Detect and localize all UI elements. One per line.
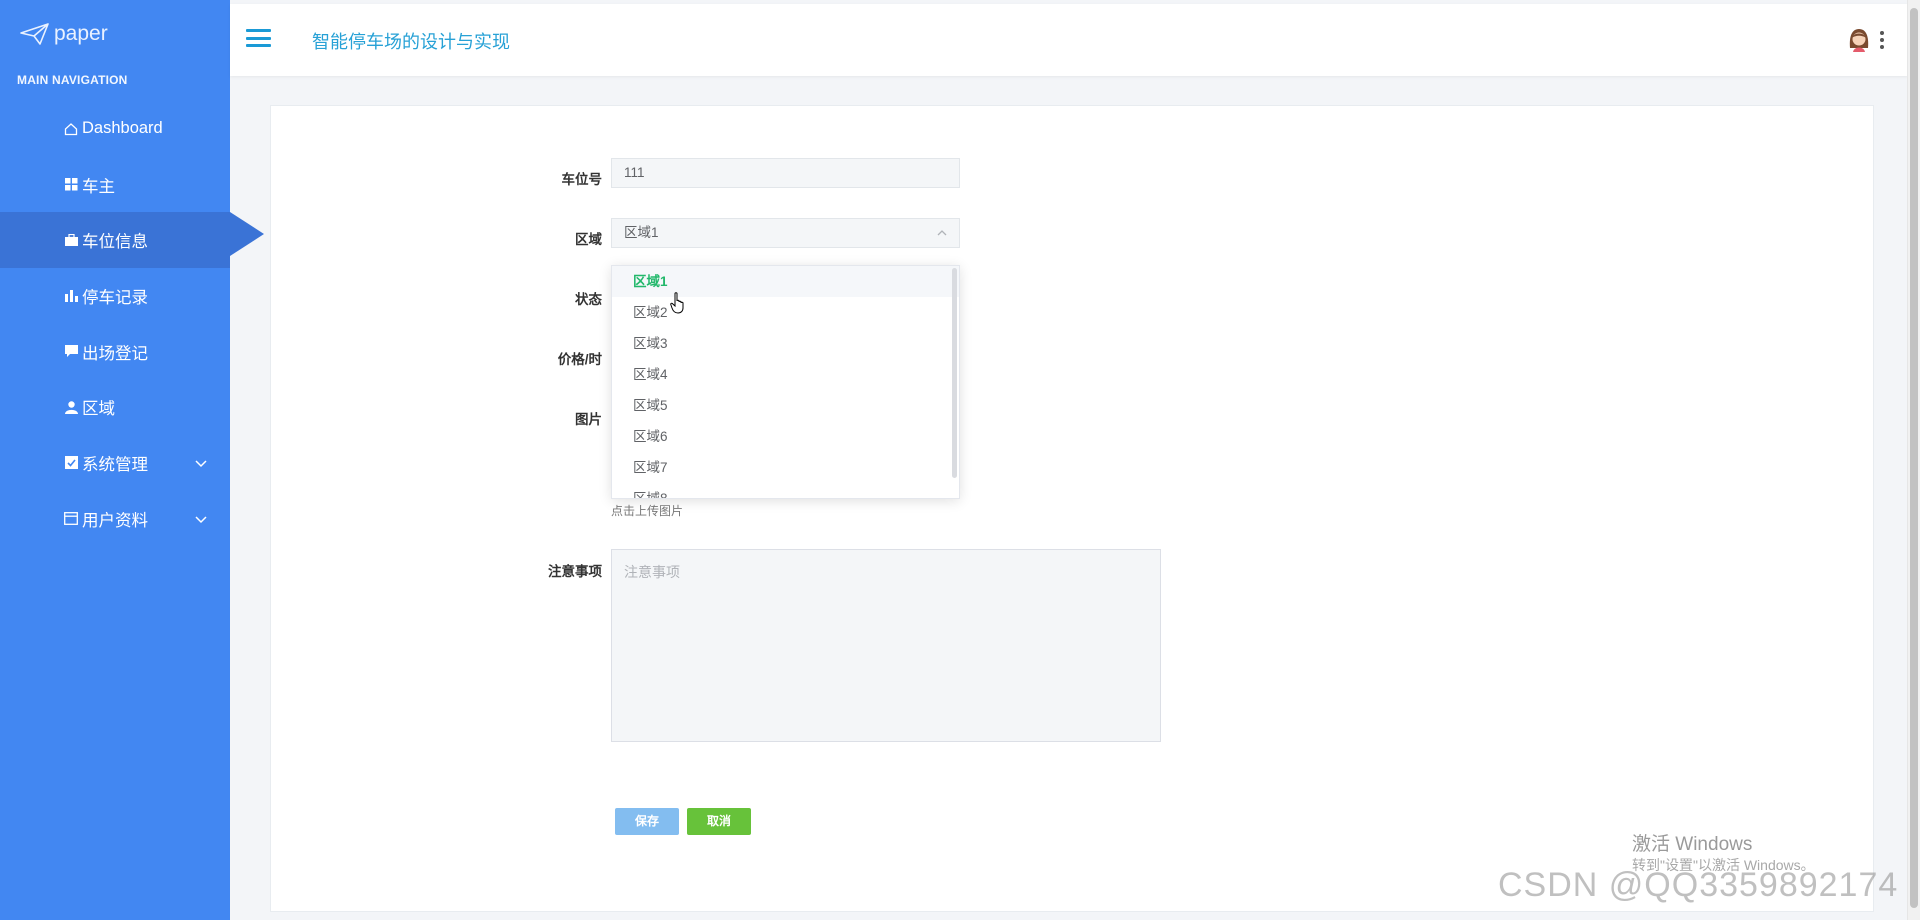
grid-icon [64,178,78,192]
sidebar-item-owner[interactable]: 车主 [0,157,230,213]
area-dropdown-menu: 区域1 区域2 区域3 区域4 区域5 区域6 区域7 区域8 [611,265,960,499]
form-card [270,105,1874,912]
image-label: 图片 [575,412,602,427]
spot-number-label: 车位号 [561,172,603,187]
scrollbar-thumb[interactable] [1910,8,1918,908]
sidebar-item-label: 出场登记 [82,344,148,363]
top-header: 智能停车场的设计与实现 [230,4,1908,76]
chevron-down-icon [195,516,207,523]
area-select[interactable]: 区域1 [611,218,960,248]
sidebar-item-user-profile[interactable]: 用户资料 [0,491,230,547]
save-button[interactable]: 保存 [615,808,679,835]
sidebar-item-label: Dashboard [82,119,163,138]
sidebar-item-exit-registration[interactable]: 出场登记 [0,324,230,380]
check-square-icon [64,456,78,470]
sidebar-nav: Dashboard 车主 车位信息 停车记录 出场登记 区域 系统管理 用户资料 [0,101,264,547]
sidebar-item-parking-spot[interactable]: 车位信息 [0,212,264,269]
user-icon [64,400,78,414]
sidebar-item-label: 用户资料 [82,511,148,530]
briefcase-icon [64,233,78,247]
dropdown-option[interactable]: 区域6 [612,421,959,452]
logo[interactable]: paper [20,22,108,46]
sidebar: paper MAIN NAVIGATION Dashboard 车主 车位信息 … [0,0,264,920]
sidebar-item-label: 系统管理 [82,455,148,474]
price-label: 价格/时 [557,352,602,367]
upload-hint[interactable]: 点击上传图片 [611,502,683,519]
chevron-up-icon [937,230,947,236]
comment-icon [64,345,78,359]
sidebar-item-label: 停车记录 [82,288,148,307]
sidebar-item-dashboard[interactable]: Dashboard [0,101,230,157]
menu-toggle-icon[interactable] [246,29,271,47]
dropdown-option[interactable]: 区域4 [612,359,959,390]
cancel-button[interactable]: 取消 [687,808,751,835]
sidebar-item-label: 车主 [82,177,115,196]
notes-label: 注意事项 [548,564,602,579]
sidebar-item-parking-records[interactable]: 停车记录 [0,268,230,324]
home-icon [64,122,78,136]
chevron-down-icon [195,460,207,468]
logo-text: paper [54,22,108,45]
notes-textarea[interactable]: 注意事项 [611,549,1161,742]
dropdown-option[interactable]: 区域7 [612,452,959,483]
hand-cursor-icon [670,292,684,314]
page-scrollbar[interactable] [1907,0,1920,920]
csdn-watermark: CSDN @QQ3359892174 [1498,866,1899,904]
sidebar-item-system-management[interactable]: 系统管理 [0,435,230,491]
dropdown-option[interactable]: 区域2 [612,297,959,328]
area-select-value: 区域1 [624,225,659,240]
area-label: 区域 [575,232,602,247]
dropdown-option[interactable]: 区域3 [612,328,959,359]
status-label: 状态 [575,292,602,307]
dropdown-option[interactable]: 区域1 [612,266,959,297]
sidebar-item-label: 区域 [82,400,115,419]
page-title: 智能停车场的设计与实现 [312,32,510,52]
calendar-icon [64,512,78,526]
dropdown-option[interactable]: 区域8 [612,483,959,498]
bar-chart-icon [64,289,78,303]
windows-activation-title: 激活 Windows [1632,834,1753,855]
dropdown-option[interactable]: 区域5 [612,390,959,421]
more-options-icon[interactable] [1880,31,1884,49]
sidebar-item-area[interactable]: 区域 [0,379,230,435]
paper-plane-icon [20,23,49,45]
spot-number-input[interactable]: 111 [611,158,960,188]
nav-section-title: MAIN NAVIGATION [17,73,128,87]
dropdown-scrollbar[interactable] [952,268,957,478]
sidebar-item-label: 车位信息 [82,233,148,252]
avatar[interactable] [1846,26,1872,52]
